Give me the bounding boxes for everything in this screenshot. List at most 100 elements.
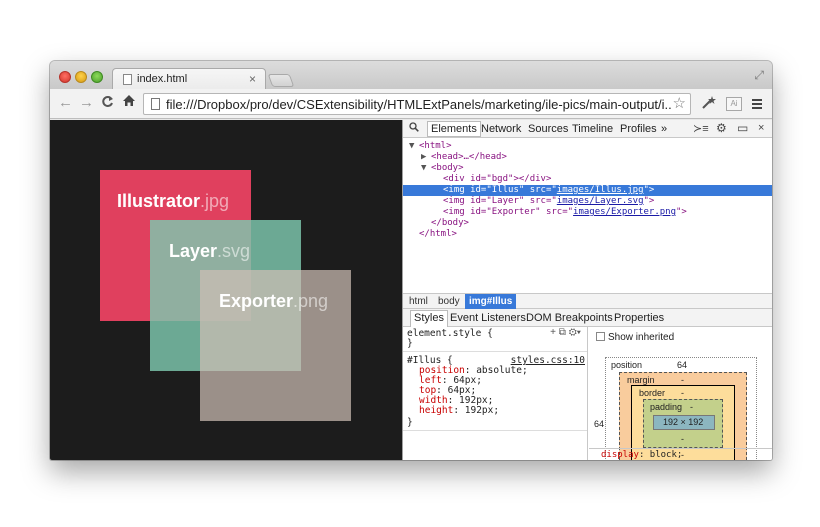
inspect-search-icon[interactable] — [409, 122, 419, 135]
browser-tab[interactable]: index.html × — [112, 68, 266, 90]
padding-label: padding — [650, 402, 683, 412]
tab-network[interactable]: Network — [481, 123, 521, 135]
expand-triangle-icon[interactable]: ▼ — [421, 163, 431, 174]
content-size-value: 192 × 192 — [663, 417, 704, 427]
dom-node[interactable]: ▶ <head>…</head> — [403, 152, 772, 163]
computed-style-row: display: block; — [589, 448, 772, 460]
tab-styles[interactable]: Styles — [410, 310, 448, 327]
tab-sources[interactable]: Sources — [528, 123, 568, 135]
forward-arrow-icon[interactable]: → — [79, 94, 94, 111]
dom-node[interactable]: <img id="Illus" src="images/Illus.jpg"> — [403, 185, 772, 196]
margin-top-value: - — [681, 375, 684, 385]
dom-node[interactable]: </body> — [403, 218, 772, 229]
dom-node[interactable]: <div id="bgd"></div> — [403, 174, 772, 185]
devtools-toolbar: Elements Network Sources Timeline Profil… — [403, 120, 772, 138]
dom-node[interactable]: ▼ <body> — [403, 163, 772, 174]
tab-title: index.html — [137, 73, 188, 85]
dom-node[interactable]: <img id="Layer" src="images/Layer.svg"> — [403, 196, 772, 207]
expand-triangle-icon[interactable]: ▶ — [421, 152, 431, 163]
tab-strip: index.html × ⤢ — [50, 61, 772, 90]
dom-node-markup-end: "> — [643, 196, 655, 206]
more-tabs-icon[interactable]: » — [661, 123, 667, 135]
tab-dom-breakpoints[interactable]: DOM Breakpoints — [526, 312, 613, 324]
dom-tree: ▼ <html> ▶ <head>…</head> ▼ <body> <div id="bg… — [403, 139, 772, 253]
tab-close-icon[interactable]: × — [249, 72, 256, 86]
reload-icon[interactable] — [101, 95, 114, 111]
border-top-value: - — [681, 388, 684, 398]
close-devtools-icon[interactable]: × — [758, 122, 764, 134]
dom-node-markup: <img id="Layer" src=" — [443, 196, 557, 206]
fullscreen-icon[interactable]: ⤢ — [754, 68, 764, 83]
dom-node-markup: <body> — [431, 163, 464, 173]
devtools-panel: Elements Network Sources Timeline Profil… — [402, 120, 772, 460]
position-left-value: 64 — [594, 419, 605, 429]
new-tab-button[interactable] — [267, 74, 295, 87]
expand-triangle-icon[interactable]: ▼ — [409, 141, 419, 152]
metrics-pane: Show inherited position 64 64 margin - -… — [589, 327, 772, 460]
close-window-button[interactable] — [59, 71, 71, 83]
styles-pane: element.style { + ⧉ ⚙▾ } #Illus { styles… — [403, 327, 588, 460]
rule-divider — [403, 430, 587, 431]
extension-ai-icon[interactable]: Ai — [726, 97, 742, 111]
padding-top-value: - — [690, 402, 693, 412]
dom-node-src-link[interactable]: images/Exporter.png — [573, 207, 676, 217]
dom-node-markup: <html> — [419, 141, 452, 151]
dom-node-markup: <img id="Illus" src=" — [443, 185, 557, 195]
url-text[interactable]: file:///Dropbox/pro/dev/CSExtensibility/… — [166, 97, 671, 112]
menu-icon[interactable] — [752, 99, 762, 111]
address-bar[interactable]: file:///Dropbox/pro/dev/CSExtensibility/… — [143, 93, 691, 115]
margin-label: margin — [627, 375, 655, 385]
tab-elements[interactable]: Elements — [427, 121, 481, 137]
dom-node[interactable]: <img id="Exporter" src="images/Exporter.… — [403, 207, 772, 218]
minimize-window-button[interactable] — [75, 71, 87, 83]
bookmark-star-icon[interactable]: ☆ — [673, 94, 686, 112]
dom-node-markup-end: "> — [643, 185, 655, 195]
dom-node-markup: </body> — [431, 218, 469, 228]
dom-node-markup: <div id="bgd"></div> — [443, 174, 552, 184]
css-property[interactable]: height: 192px; — [419, 406, 499, 416]
settings-gear-icon[interactable]: ⚙ — [716, 121, 727, 135]
page-viewport: Illustrator.jpg Layer.svg Exporter.png — [50, 120, 402, 460]
rule-close: } — [407, 417, 413, 428]
breadcrumb: html body img#Illus — [403, 293, 772, 309]
page-icon — [151, 98, 160, 110]
page-icon — [123, 74, 132, 85]
position-label: position — [611, 360, 643, 370]
console-drawer-icon[interactable]: ≻≡ — [693, 122, 709, 135]
padding-bottom-value: - — [681, 434, 684, 444]
back-arrow-icon[interactable]: ← — [58, 94, 73, 111]
tab-profiles[interactable]: Profiles — [620, 123, 657, 135]
illustrator-label: Illustrator.jpg — [117, 191, 230, 211]
position-top-value: 64 — [677, 360, 688, 370]
exporter-square: Exporter.png — [200, 270, 351, 421]
tab-properties[interactable]: Properties — [614, 312, 664, 324]
browser-window: index.html × ⤢ ← → file:///Dropbox/pro/d… — [50, 61, 772, 460]
style-tools[interactable]: + ⧉ ⚙▾ — [550, 327, 581, 338]
tab-timeline[interactable]: Timeline — [572, 123, 613, 135]
dock-icon[interactable]: ▭ — [737, 121, 748, 135]
extension-wand-icon[interactable] — [701, 95, 717, 112]
border-label: border — [639, 388, 666, 398]
element-style-close: } — [407, 338, 413, 349]
element-style-selector: element.style { — [407, 328, 493, 339]
dom-node[interactable]: ▼ <html> — [403, 141, 772, 152]
dom-node-markup: <head>…</head> — [431, 152, 507, 162]
crumb-img-illus[interactable]: img#Illus — [465, 294, 517, 309]
dom-node-src-link[interactable]: images/Layer.svg — [557, 196, 644, 206]
sidebar-tabs: Styles Event Listeners DOM Breakpoints P… — [403, 309, 772, 327]
show-inherited-toggle[interactable]: Show inherited — [596, 332, 674, 343]
crumb-html[interactable]: html — [409, 296, 428, 307]
show-inherited-checkbox[interactable] — [596, 332, 605, 341]
dom-node-markup: </html> — [419, 229, 457, 239]
home-icon[interactable] — [122, 94, 136, 111]
layer-label: Layer.svg — [169, 241, 251, 261]
dom-node[interactable]: </html> — [403, 229, 772, 240]
crumb-body[interactable]: body — [438, 296, 460, 307]
browser-toolbar: ← → file:///Dropbox/pro/dev/CSExtensibil… — [50, 89, 772, 119]
tab-event-listeners[interactable]: Event Listeners — [450, 312, 526, 324]
exporter-label: Exporter.png — [219, 291, 329, 311]
dom-node-markup: <img id="Exporter" src=" — [443, 207, 574, 217]
rule-divider — [403, 351, 587, 352]
dom-node-src-link[interactable]: images/Illus.jpg — [557, 185, 644, 195]
maximize-window-button[interactable] — [91, 71, 103, 83]
